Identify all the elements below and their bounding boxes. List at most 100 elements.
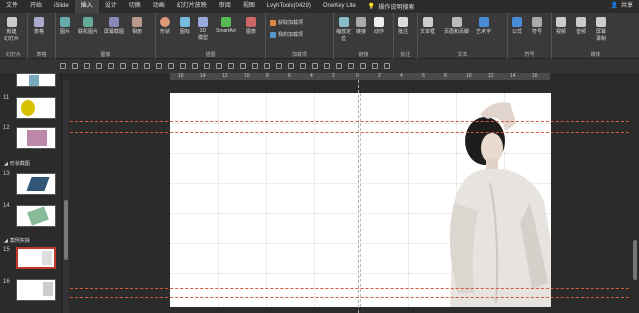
tab-file[interactable]: 文件 <box>0 0 24 13</box>
qat-tool-icon[interactable] <box>252 63 258 69</box>
ruler-mark: 2 <box>378 73 381 79</box>
qat-tool-icon[interactable] <box>180 63 186 69</box>
new-slide-button[interactable]: 新建 幻灯片 <box>4 17 19 42</box>
tab-review[interactable]: 审阅 <box>213 0 237 13</box>
qat-tool-icon[interactable] <box>84 63 90 69</box>
qat-tool-icon[interactable] <box>336 63 342 69</box>
tab-slideshow[interactable]: 幻灯片放映 <box>171 0 213 13</box>
group-comments: 批注 批注 <box>394 13 418 59</box>
qat-tool-icon[interactable] <box>192 63 198 69</box>
search-box[interactable]: 💡 操作说明搜索 <box>362 2 415 11</box>
guide-line[interactable] <box>70 121 639 122</box>
slide-number: 11 <box>3 95 10 101</box>
tab-insert[interactable]: 插入 <box>74 0 99 13</box>
my-addins-label: 我的加载项 <box>278 32 304 38</box>
action-button[interactable]: 动作 <box>374 17 384 35</box>
shape-button[interactable]: 形状 <box>160 17 170 35</box>
qat-tool-icon[interactable] <box>228 63 234 69</box>
tab-onekey[interactable]: OneKey Lite <box>317 0 362 13</box>
canvas-scrollbar[interactable] <box>631 80 639 313</box>
get-addins-button[interactable]: 获取加载项 <box>270 19 303 26</box>
header-footer-label: 页眉和页脚 <box>444 29 470 35</box>
qat-tool-icon[interactable] <box>312 63 318 69</box>
qat-tool-icon[interactable] <box>240 63 246 69</box>
qat-tool-icon[interactable] <box>72 63 78 69</box>
tab-lvyhtools[interactable]: LvyhTools(0429) <box>261 0 317 13</box>
section-header-shape-screenshot[interactable]: ◢ 形状截图 <box>4 160 30 168</box>
group-symbols: 公式 符号 符号 <box>508 13 552 59</box>
tab-islide[interactable]: iSlide <box>48 0 75 13</box>
qat-tool-icon[interactable] <box>324 63 330 69</box>
screen-record-button[interactable]: 屏幕 录制 <box>596 17 606 42</box>
slide-thumbnail[interactable] <box>16 279 56 301</box>
ruler-mark: 10 <box>244 73 250 79</box>
qat-tool-icon[interactable] <box>96 63 102 69</box>
image-button[interactable]: 图片 <box>60 17 70 35</box>
qat-tool-icon[interactable] <box>204 63 210 69</box>
icons-button[interactable]: 图标 <box>180 17 190 35</box>
3d-model-button[interactable]: 3D 模型 <box>198 17 208 41</box>
qat-tool-icon[interactable] <box>108 63 114 69</box>
ruler-mark: 12 <box>222 73 228 79</box>
qat-tool-icon[interactable] <box>144 63 150 69</box>
qat-tool-icon[interactable] <box>156 63 162 69</box>
chart-button[interactable]: 图表 <box>246 17 256 35</box>
slide-canvas[interactable] <box>170 93 551 307</box>
guide-line[interactable] <box>70 288 639 289</box>
woman-photo[interactable] <box>440 93 551 307</box>
group-tables: 表格 表格 <box>28 13 56 59</box>
table-button[interactable]: 表格 <box>34 17 44 35</box>
qat-tool-icon[interactable] <box>288 63 294 69</box>
qat-tool-icon[interactable] <box>276 63 282 69</box>
tab-design[interactable]: 设计 <box>99 0 123 13</box>
screenshot-button[interactable]: 屏幕截图 <box>104 17 124 35</box>
thumbnail-scrollbar[interactable] <box>63 80 69 313</box>
link-button[interactable]: 链接 <box>356 17 366 35</box>
qat-tool-icon[interactable] <box>132 63 138 69</box>
wordart-button[interactable]: 艺术字 <box>476 17 491 35</box>
slide-thumbnail[interactable] <box>16 73 56 87</box>
my-addins-button[interactable]: 我的加载项 <box>270 31 303 38</box>
center-guide-line[interactable] <box>358 80 359 313</box>
slide-thumbnail[interactable] <box>16 173 56 195</box>
qat-tool-icon[interactable] <box>264 63 270 69</box>
slide-thumbnail[interactable] <box>16 205 56 227</box>
qat-tool-icon[interactable] <box>348 63 354 69</box>
qat-tool-icon[interactable] <box>168 63 174 69</box>
qat-tool-icon[interactable] <box>300 63 306 69</box>
album-button[interactable]: 相册 <box>132 17 142 35</box>
textbox-button[interactable]: 文本框 <box>420 17 435 35</box>
tab-animations[interactable]: 动画 <box>147 0 171 13</box>
header-footer-button[interactable]: 页眉和页脚 <box>444 17 469 35</box>
icons-icon <box>180 17 190 27</box>
equation-button[interactable]: 公式 <box>512 17 522 35</box>
slide-thumbnail[interactable] <box>16 127 56 149</box>
slide-thumbnail[interactable] <box>16 97 56 119</box>
image-label: 图片 <box>60 29 71 35</box>
qat-tool-icon[interactable] <box>360 63 366 69</box>
smartart-button[interactable]: SmartArt <box>216 17 236 34</box>
section-header-case-study[interactable]: ◢ 案例实操 <box>4 237 30 245</box>
online-image-button[interactable]: 联机图片 <box>78 17 98 35</box>
scrollbar-thumb[interactable] <box>633 240 637 280</box>
group-label-text: 文本 <box>457 52 468 58</box>
shape-icon <box>160 17 170 27</box>
scrollbar-thumb[interactable] <box>64 200 68 260</box>
share-button[interactable]: 👤 共享 <box>611 0 634 13</box>
video-button[interactable]: 视频 <box>556 17 566 35</box>
tab-transitions[interactable]: 切换 <box>123 0 147 13</box>
audio-button[interactable]: 音频 <box>576 17 586 35</box>
symbol-button[interactable]: 符号 <box>532 17 542 35</box>
slide-thumbnail-active[interactable] <box>16 247 56 269</box>
guide-line[interactable] <box>70 297 639 298</box>
qat-tool-icon[interactable] <box>120 63 126 69</box>
zoom-button[interactable]: 缩放定 位 <box>336 17 351 42</box>
tab-home[interactable]: 开始 <box>24 0 48 13</box>
guide-line[interactable] <box>70 132 639 133</box>
qat-tool-icon[interactable] <box>216 63 222 69</box>
tab-view[interactable]: 视图 <box>237 0 261 13</box>
comment-button[interactable]: 批注 <box>398 17 408 35</box>
qat-tool-icon[interactable] <box>384 63 390 69</box>
qat-tool-icon[interactable] <box>372 63 378 69</box>
qat-tool-icon[interactable] <box>60 63 66 69</box>
